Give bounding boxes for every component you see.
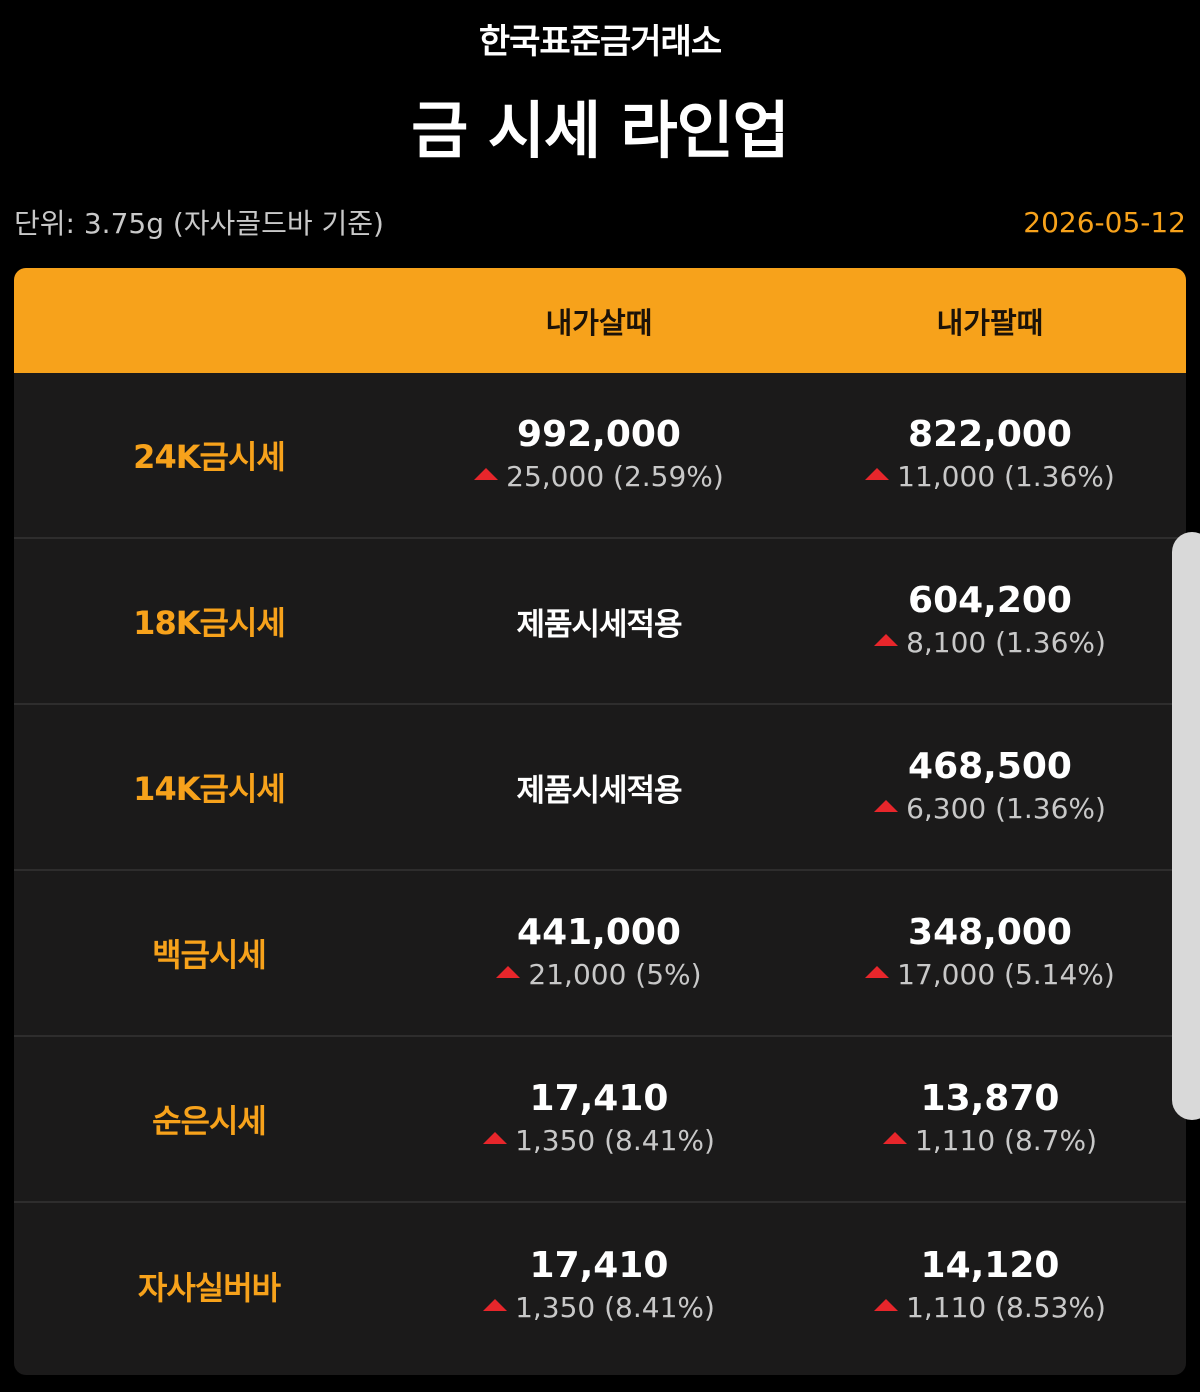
sell-change: 1,110 (8.7%): [883, 1121, 1097, 1161]
sell-change-value: 17,000 (5.14%): [897, 955, 1115, 995]
row-label: 순은시세: [14, 1096, 404, 1142]
buy-cell: 제품시세적용: [404, 765, 794, 810]
triangle-up-icon: [474, 468, 498, 480]
sell-cell: 468,500 6,300 (1.36%): [794, 745, 1186, 829]
sell-change-value: 1,110 (8.53%): [906, 1288, 1106, 1328]
page-title: 금 시세 라인업: [0, 80, 1200, 170]
table-row: 자사실버바 17,410 1,350 (8.41%) 14,120 1,110 …: [14, 1203, 1186, 1369]
buy-price: 992,000: [517, 413, 681, 457]
buy-change: 21,000 (5%): [496, 955, 701, 995]
sell-cell: 14,120 1,110 (8.53%): [794, 1244, 1186, 1328]
brand-name: 한국표준금거래소: [0, 14, 1200, 63]
buy-cell: 17,410 1,350 (8.41%): [404, 1244, 794, 1328]
sell-price: 822,000: [908, 413, 1072, 457]
row-label: 자사실버바: [14, 1263, 404, 1309]
buy-product-price-note: 제품시세적용: [516, 765, 681, 810]
buy-change: 1,350 (8.41%): [483, 1288, 715, 1328]
sell-change: 1,110 (8.53%): [874, 1288, 1106, 1328]
triangle-up-icon: [496, 966, 520, 978]
buy-change: 25,000 (2.59%): [474, 457, 724, 497]
table-row: 14K금시세 제품시세적용 468,500 6,300 (1.36%): [14, 705, 1186, 871]
triangle-up-icon: [874, 800, 898, 812]
buy-price: 17,410: [530, 1077, 669, 1121]
sell-change-value: 8,100 (1.36%): [906, 623, 1106, 663]
sell-change: 11,000 (1.36%): [865, 457, 1115, 497]
sell-change-value: 6,300 (1.36%): [906, 789, 1106, 829]
buy-change-value: 25,000 (2.59%): [506, 457, 724, 497]
buy-product-price-note: 제품시세적용: [516, 599, 681, 644]
buy-cell: 17,410 1,350 (8.41%): [404, 1077, 794, 1161]
sell-cell: 822,000 11,000 (1.36%): [794, 413, 1186, 497]
price-date: 2026-05-12: [1023, 206, 1186, 239]
sell-change: 17,000 (5.14%): [865, 955, 1115, 995]
triangle-up-icon: [874, 634, 898, 646]
triangle-up-icon: [483, 1299, 507, 1311]
buy-price: 441,000: [517, 911, 681, 955]
triangle-up-icon: [865, 468, 889, 480]
buy-cell: 992,000 25,000 (2.59%): [404, 413, 794, 497]
sell-cell: 348,000 17,000 (5.14%): [794, 911, 1186, 995]
buy-change-value: 1,350 (8.41%): [515, 1288, 715, 1328]
sell-price: 348,000: [908, 911, 1072, 955]
scrollbar-thumb[interactable]: [1172, 532, 1200, 1120]
header-sell: 내가팔때: [794, 300, 1186, 342]
triangle-up-icon: [483, 1132, 507, 1144]
buy-change-value: 21,000 (5%): [528, 955, 701, 995]
meta-bar: 단위: 3.75g (자사골드바 기준) 2026-05-12: [14, 202, 1186, 242]
sell-change-value: 11,000 (1.36%): [897, 457, 1115, 497]
buy-change-value: 1,350 (8.41%): [515, 1121, 715, 1161]
triangle-up-icon: [883, 1132, 907, 1144]
sell-cell: 604,200 8,100 (1.36%): [794, 579, 1186, 663]
table-row: 18K금시세 제품시세적용 604,200 8,100 (1.36%): [14, 539, 1186, 705]
price-table: 내가살때 내가팔때 24K금시세 992,000 25,000 (2.59%) …: [14, 268, 1186, 1375]
triangle-up-icon: [874, 1299, 898, 1311]
unit-note: 단위: 3.75g (자사골드바 기준): [14, 202, 384, 242]
table-row: 순은시세 17,410 1,350 (8.41%) 13,870 1,110 (…: [14, 1037, 1186, 1203]
sell-price: 13,870: [921, 1077, 1060, 1121]
row-label: 14K금시세: [14, 764, 404, 810]
sell-change-value: 1,110 (8.7%): [915, 1121, 1097, 1161]
table-row: 백금시세 441,000 21,000 (5%) 348,000 17,000 …: [14, 871, 1186, 1037]
buy-cell: 제품시세적용: [404, 599, 794, 644]
sell-price: 604,200: [908, 579, 1072, 623]
page: 한국표준금거래소 금 시세 라인업 단위: 3.75g (자사골드바 기준) 2…: [0, 0, 1200, 1392]
triangle-up-icon: [865, 966, 889, 978]
sell-change: 6,300 (1.36%): [874, 789, 1106, 829]
row-label: 18K금시세: [14, 598, 404, 644]
row-label: 24K금시세: [14, 432, 404, 478]
header-buy: 내가살때: [404, 300, 794, 342]
sell-price: 468,500: [908, 745, 1072, 789]
sell-price: 14,120: [921, 1244, 1060, 1288]
row-label: 백금시세: [14, 930, 404, 976]
buy-cell: 441,000 21,000 (5%): [404, 911, 794, 995]
table-header: 내가살때 내가팔때: [14, 268, 1186, 373]
buy-price: 17,410: [530, 1244, 669, 1288]
sell-change: 8,100 (1.36%): [874, 623, 1106, 663]
table-row: 24K금시세 992,000 25,000 (2.59%) 822,000 11…: [14, 373, 1186, 539]
buy-change: 1,350 (8.41%): [483, 1121, 715, 1161]
sell-cell: 13,870 1,110 (8.7%): [794, 1077, 1186, 1161]
